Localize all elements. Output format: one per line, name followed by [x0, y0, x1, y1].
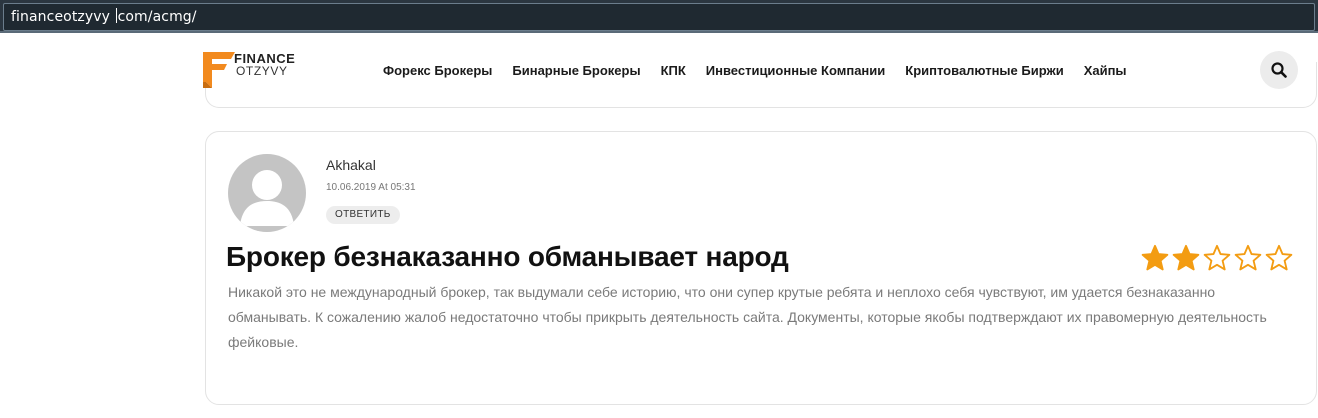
star-icon	[1141, 244, 1169, 271]
star-icon	[1234, 244, 1262, 271]
url-before-caret: financeotzyvy	[11, 9, 115, 25]
nav-item-investment-companies[interactable]: Инвестиционные Компании	[706, 63, 885, 78]
text-caret	[115, 8, 117, 23]
star-icon	[1265, 244, 1293, 271]
url-after-caret: com/acmg/	[117, 9, 197, 25]
avatar	[228, 154, 306, 232]
nav-item-kpk[interactable]: КПК	[661, 63, 686, 78]
nav-item-binary-brokers[interactable]: Бинарные Брокеры	[512, 63, 640, 78]
star-icon	[1203, 244, 1231, 271]
logo-mark-icon	[203, 52, 235, 88]
search-icon	[1271, 62, 1287, 78]
nav-item-crypto-exchanges[interactable]: Криптовалютные Биржи	[905, 63, 1063, 78]
star-icon	[1172, 244, 1200, 271]
search-button[interactable]	[1260, 51, 1298, 89]
nav-item-hyips[interactable]: Хайпы	[1084, 63, 1127, 78]
url-text: financeotzyvy com/acmg/	[11, 8, 197, 25]
star-rating	[1141, 244, 1296, 272]
review-card: Akhakal 10.06.2019 At 05:31 ОТВЕТИТЬ Бро…	[205, 131, 1317, 405]
url-input[interactable]: financeotzyvy com/acmg/	[3, 3, 1315, 31]
browser-address-bar: financeotzyvy com/acmg/	[0, 0, 1318, 33]
site-logo[interactable]: FINANCE OTZYVY	[203, 51, 313, 88]
main-navigation: Форекс Брокеры Бинарные Брокеры КПК Инве…	[383, 63, 1147, 78]
reply-button[interactable]: ОТВЕТИТЬ	[326, 206, 400, 224]
nav-item-forex-brokers[interactable]: Форекс Брокеры	[383, 63, 492, 78]
logo-text-otzyvy: OTZYVY	[236, 64, 288, 78]
review-date: 10.06.2019 At 05:31	[326, 182, 416, 193]
user-avatar-icon	[240, 170, 294, 226]
review-text: Никакой это не международный брокер, так…	[228, 284, 1267, 350]
review-author: Akhakal	[326, 157, 376, 173]
review-title: Брокер безнаказанно обманывает народ	[226, 241, 789, 272]
